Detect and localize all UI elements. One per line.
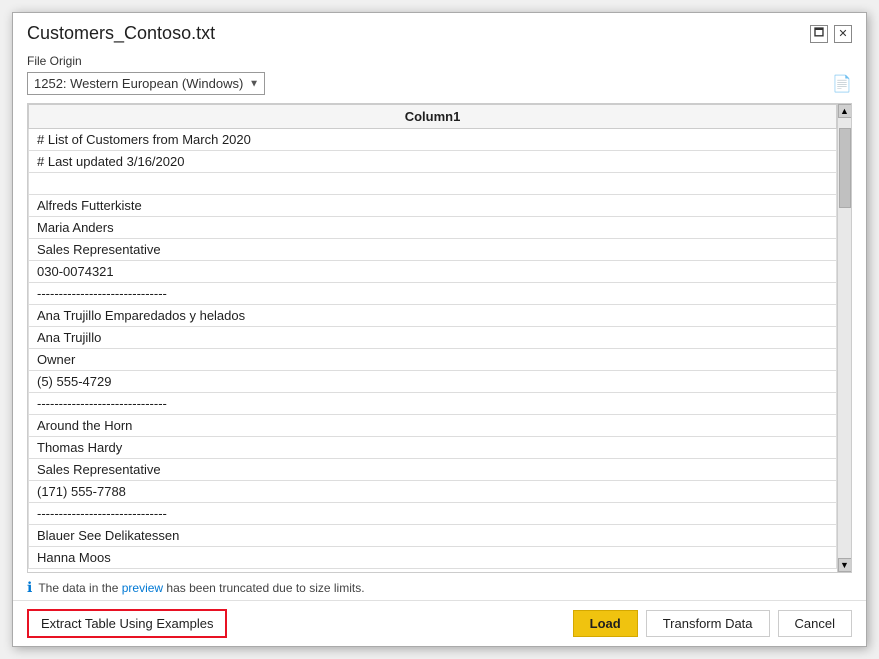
- table-cell: ------------------------------: [29, 503, 837, 525]
- table-row: Maria Anders: [29, 217, 837, 239]
- table-row: [29, 173, 837, 195]
- scroll-track: [838, 118, 852, 558]
- column-header: Column1: [29, 105, 837, 129]
- info-bar: ℹ The data in the preview has been trunc…: [27, 573, 852, 600]
- table-row: ------------------------------: [29, 393, 837, 415]
- table-cell: # Last updated 3/16/2020: [29, 151, 837, 173]
- table-row: Around the Horn: [29, 415, 837, 437]
- footer-right-buttons: Load Transform Data Cancel: [573, 610, 852, 637]
- table-cell: # List of Customers from March 2020: [29, 129, 837, 151]
- table-row: Ana Trujillo: [29, 327, 837, 349]
- table-row: (5) 555-4729: [29, 371, 837, 393]
- cancel-button[interactable]: Cancel: [778, 610, 852, 637]
- table-row: ------------------------------: [29, 283, 837, 305]
- file-origin-label: File Origin: [27, 54, 852, 68]
- scroll-thumb[interactable]: [839, 128, 851, 208]
- table-cell: ------------------------------: [29, 283, 837, 305]
- table-row: Blauer See Delikatessen: [29, 525, 837, 547]
- table-cell: [29, 173, 837, 195]
- footer: Extract Table Using Examples Load Transf…: [13, 600, 866, 646]
- info-text: The data in the preview has been truncat…: [38, 581, 364, 595]
- table-cell: ------------------------------: [29, 393, 837, 415]
- dialog-title: Customers_Contoso.txt: [27, 23, 215, 44]
- file-origin-select[interactable]: 1252: Western European (Windows) 65001: …: [27, 72, 265, 95]
- table-row: Alfreds Futterkiste: [29, 195, 837, 217]
- table-cell: (5) 555-4729: [29, 371, 837, 393]
- info-text-after: has been truncated due to size limits.: [163, 581, 364, 595]
- table-row: (171) 555-7788: [29, 481, 837, 503]
- title-controls: 🗖 ✕: [810, 25, 852, 43]
- table-cell: Around the Horn: [29, 415, 837, 437]
- document-icon: 📄: [832, 74, 852, 94]
- table-cell: Owner: [29, 349, 837, 371]
- table-row: # Last updated 3/16/2020: [29, 151, 837, 173]
- table-row: Owner: [29, 349, 837, 371]
- file-origin-row: 1252: Western European (Windows) 65001: …: [27, 72, 852, 95]
- table-cell: Ana Trujillo Emparedados y helados: [29, 305, 837, 327]
- table-row: 030-0074321: [29, 261, 837, 283]
- file-origin-select-wrapper: 1252: Western European (Windows) 65001: …: [27, 72, 265, 95]
- load-button[interactable]: Load: [573, 610, 638, 637]
- title-bar: Customers_Contoso.txt 🗖 ✕: [13, 13, 866, 50]
- data-table: Column1 # List of Customers from March 2…: [28, 104, 837, 569]
- table-cell: Ana Trujillo: [29, 327, 837, 349]
- table-cell: Sales Representative: [29, 459, 837, 481]
- table-scroll[interactable]: Column1 # List of Customers from March 2…: [28, 104, 837, 572]
- minimize-button[interactable]: 🗖: [810, 25, 828, 43]
- table-cell: Thomas Hardy: [29, 437, 837, 459]
- table-row: Thomas Hardy: [29, 437, 837, 459]
- table-row: Ana Trujillo Emparedados y helados: [29, 305, 837, 327]
- content-area: File Origin 1252: Western European (Wind…: [13, 50, 866, 600]
- table-cell: Blauer See Delikatessen: [29, 525, 837, 547]
- close-button[interactable]: ✕: [834, 25, 852, 43]
- custom-scrollbar: ▲ ▼: [837, 104, 851, 572]
- info-icon: ℹ: [27, 579, 32, 596]
- table-cell: Sales Representative: [29, 239, 837, 261]
- table-cell: Alfreds Futterkiste: [29, 195, 837, 217]
- preview-link[interactable]: preview: [122, 581, 163, 595]
- table-row: # List of Customers from March 2020: [29, 129, 837, 151]
- scroll-down-button[interactable]: ▼: [838, 558, 852, 572]
- extract-table-button[interactable]: Extract Table Using Examples: [27, 609, 227, 638]
- transform-data-button[interactable]: Transform Data: [646, 610, 770, 637]
- info-text-before: The data in the: [38, 581, 121, 595]
- table-cell: 030-0074321: [29, 261, 837, 283]
- table-row: Sales Representative: [29, 459, 837, 481]
- dialog: Customers_Contoso.txt 🗖 ✕ File Origin 12…: [12, 12, 867, 647]
- table-row: Hanna Moos: [29, 547, 837, 569]
- table-row: ------------------------------: [29, 503, 837, 525]
- table-wrapper: Column1 # List of Customers from March 2…: [27, 103, 852, 573]
- table-cell: Maria Anders: [29, 217, 837, 239]
- table-cell: (171) 555-7788: [29, 481, 837, 503]
- table-row: Sales Representative: [29, 239, 837, 261]
- scroll-up-button[interactable]: ▲: [838, 104, 852, 118]
- table-cell: Hanna Moos: [29, 547, 837, 569]
